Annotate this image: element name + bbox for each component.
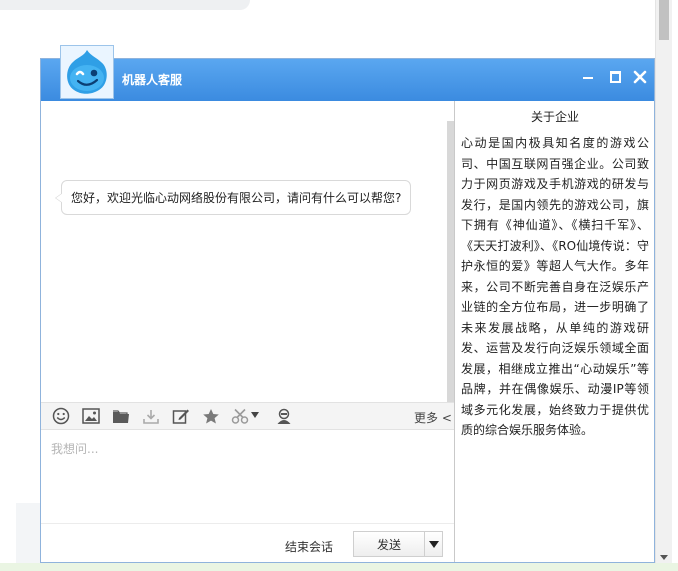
page-top-bar — [0, 0, 250, 10]
download-icon — [143, 409, 159, 424]
agent-icon — [277, 408, 291, 424]
page-scrollbar-thumb[interactable] — [659, 0, 669, 40]
screenshot-button[interactable] — [231, 407, 263, 425]
download-button[interactable] — [141, 407, 161, 425]
chat-window: 机器人客服 您好，欢迎光临心动网络股份有限公司，请问有什么可以帮您? 更多 < … — [40, 45, 655, 563]
smile-icon — [52, 407, 70, 425]
info-panel-title: 关于企业 — [530, 110, 579, 124]
send-options-dropdown[interactable] — [424, 532, 443, 556]
send-image-button[interactable] — [81, 407, 101, 425]
scissors-icon — [231, 408, 259, 424]
scroll-down-arrow-icon[interactable] — [660, 555, 668, 560]
message-input[interactable] — [41, 430, 454, 523]
window-title: 机器人客服 — [122, 73, 183, 87]
title-bar[interactable]: 机器人客服 — [41, 59, 654, 101]
edit-button[interactable] — [171, 407, 191, 425]
emoji-button[interactable] — [51, 407, 71, 425]
page-scrollbar[interactable] — [655, 0, 672, 563]
rate-button[interactable] — [201, 407, 221, 425]
page-background-block — [16, 503, 42, 563]
transfer-to-agent-button[interactable] — [274, 407, 294, 425]
folder-icon — [113, 409, 129, 423]
end-session-button[interactable]: 结束会话 — [285, 538, 333, 555]
company-description: 心动是国内极具知名度的游戏公司、中国互联网百强企业。公司致力于网页游戏及手机游戏… — [461, 136, 649, 437]
bot-message-bubble: 您好，欢迎光临心动网络股份有限公司，请问有什么可以帮您? — [54, 180, 412, 215]
more-tools-button[interactable]: 更多 < — [414, 409, 452, 426]
send-file-button[interactable] — [111, 407, 131, 425]
input-actions-bar: 结束会话 发送 — [41, 523, 454, 562]
minimize-button[interactable] — [581, 69, 597, 85]
robot-mascot-icon — [67, 50, 107, 94]
close-button[interactable] — [632, 69, 648, 85]
avatar — [60, 45, 114, 99]
maximize-button[interactable] — [607, 69, 623, 85]
close-icon — [633, 70, 647, 84]
send-button-group: 发送 — [353, 531, 443, 557]
send-button[interactable]: 发送 — [354, 532, 424, 556]
chat-toolbar: 更多 < — [41, 402, 454, 430]
image-icon — [82, 408, 100, 424]
page-bottom-strip — [0, 563, 678, 571]
company-info-panel: 关于企业 心动是国内极具知名度的游戏公司、中国互联网百强企业。公司致力于网页游戏… — [454, 101, 654, 562]
star-icon — [203, 408, 219, 423]
message-area[interactable]: 您好，欢迎光临心动网络股份有限公司，请问有什么可以帮您? — [41, 101, 454, 402]
edit-icon — [172, 409, 189, 424]
message-scrollbar[interactable] — [447, 121, 454, 402]
